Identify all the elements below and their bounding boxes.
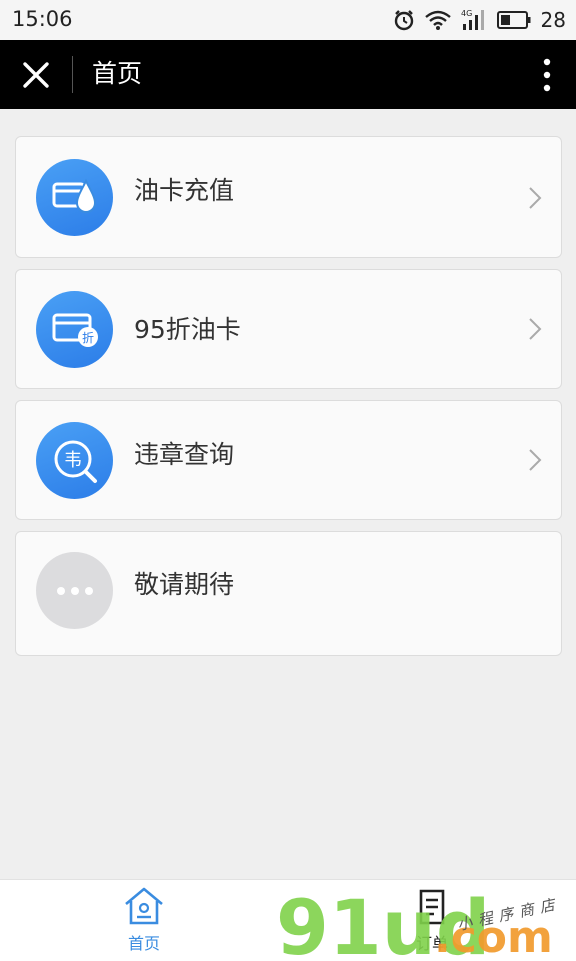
menu-item-violation-query[interactable]: 韦 违章查询 [15,400,562,520]
network-type-label: 4G [461,9,472,18]
tab-home-label: 首页 [127,934,160,953]
menu-list: 油卡充值 折 95折油卡 韦 违章查询 敬请期待 [15,136,562,667]
status-icons: 4G 28 [393,6,566,34]
menu-item-fuel-recharge[interactable]: 油卡充值 [15,136,562,258]
battery-icon [496,11,531,29]
tab-home[interactable]: 首页 [99,886,189,954]
svg-text:折: 折 [82,330,94,345]
status-time: 15:06 [12,7,73,31]
wifi-icon [424,10,451,30]
battery-percent: 28 [540,8,566,32]
alarm-icon [394,10,413,31]
menu-item-label: 油卡充值 [134,176,235,205]
close-icon[interactable] [18,57,54,93]
tab-orders[interactable]: 订单 [387,886,477,954]
order-icon [419,889,445,925]
more-options-icon[interactable] [540,56,554,94]
menu-item-coming-soon: 敬请期待 [15,531,562,656]
fuel-card-icon [36,159,113,236]
home-icon [125,887,163,925]
chevron-right-icon [529,449,542,471]
menu-item-label: 敬请期待 [134,570,235,599]
chevron-right-icon [529,187,542,209]
chevron-right-icon [529,318,542,340]
page-title: 首页 [92,59,143,88]
menu-item-label: 违章查询 [134,440,235,469]
more-dots-icon [36,552,113,629]
signal-icon: 4G [461,9,484,30]
nav-bar: 首页 [0,40,576,109]
tab-orders-label: 订单 [415,934,448,953]
violation-search-icon: 韦 [36,422,113,499]
tab-bar: 首页 订单 [0,879,576,961]
nav-divider [72,56,73,93]
discount-card-icon: 折 [36,291,113,368]
status-bar: 15:06 4G 28 [0,0,576,40]
menu-item-discount-card[interactable]: 折 95折油卡 [15,269,562,389]
menu-item-label: 95折油卡 [134,315,241,344]
svg-text:韦: 韦 [64,450,82,471]
